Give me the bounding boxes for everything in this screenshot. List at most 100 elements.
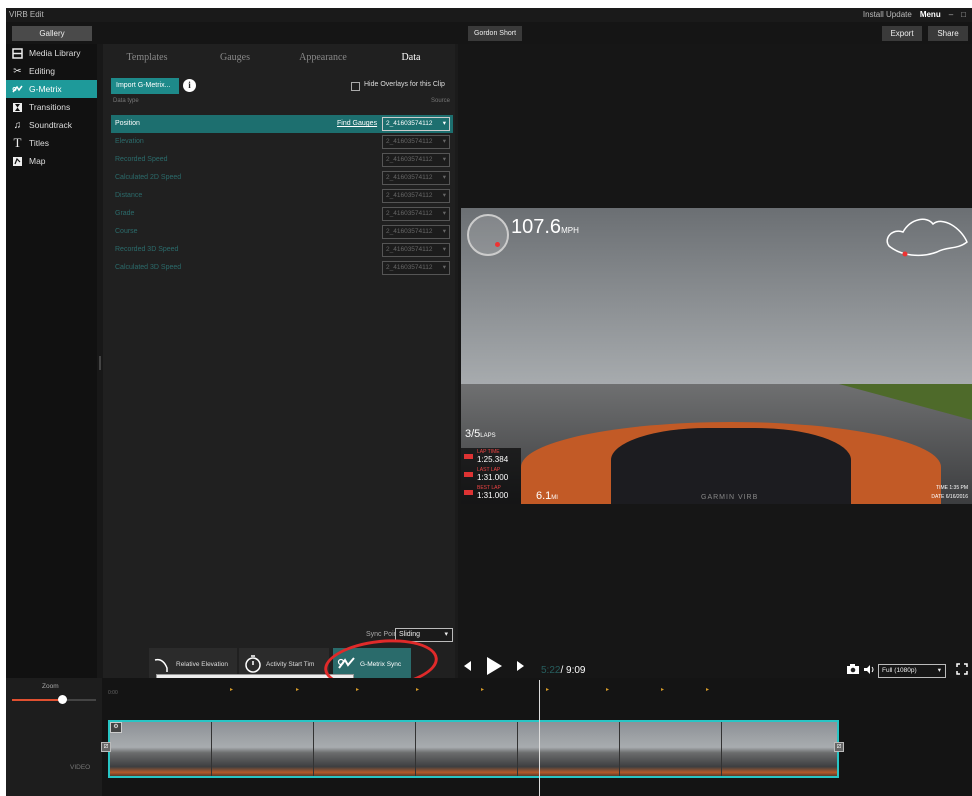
timeline-marker[interactable]: ▸ (230, 686, 233, 693)
scissors-icon: ✂ (13, 65, 22, 77)
app-window: VIRB Edit Install Update Menu – □ Galler… (6, 8, 972, 796)
app-title: VIRB Edit (9, 10, 44, 19)
project-name-button[interactable]: Gordon Short (468, 26, 522, 41)
clip-thumbnail (722, 722, 837, 776)
hide-overlays-checkbox[interactable] (351, 82, 360, 91)
maximize-button[interactable]: □ (961, 10, 966, 19)
sidebar-item-transitions[interactable]: Transitions (6, 98, 97, 116)
source-select[interactable]: 2_41603574112 ▾ (382, 225, 450, 239)
data-row-elevation[interactable]: Elevation 2_41603574112 ▾ (111, 133, 453, 151)
sidebar: Media Library ✂ Editing G-Metrix Transit… (6, 44, 97, 678)
source-select[interactable]: 2_41603574112 ▾ (382, 135, 450, 149)
relative-elevation-label: Relative Elevation (176, 660, 229, 668)
activity-start-label: Activity Start Tim (266, 660, 315, 668)
data-row-grade[interactable]: Grade 2_41603574112 ▾ (111, 205, 453, 223)
speed-gauge: 107.6MPH (511, 216, 579, 238)
film-icon (11, 47, 24, 59)
data-row-recorded-speed[interactable]: Recorded Speed 2_41603574112 ▾ (111, 151, 453, 169)
data-row-recorded-3d-speed[interactable]: Recorded 3D Speed 2_41603574112 ▾ (111, 241, 453, 259)
hourglass-icon (11, 101, 24, 113)
tab-templates[interactable]: Templates (103, 44, 191, 72)
data-row-distance[interactable]: Distance 2_41603574112 ▾ (111, 187, 453, 205)
source-select[interactable]: 2_41603574112 ▾ (382, 189, 450, 203)
install-update-link[interactable]: Install Update (863, 10, 912, 19)
zoom-slider-fill (12, 699, 63, 701)
video-clip[interactable] (108, 720, 839, 778)
sidebar-item-label: Media Library (29, 48, 81, 58)
timeline-marker[interactable]: ▸ (356, 686, 359, 693)
data-row-calculated-2d-speed[interactable]: Calculated 2D Speed 2_41603574112 ▾ (111, 169, 453, 187)
fullscreen-icon[interactable] (956, 663, 968, 675)
video-preview[interactable]: 107.6MPH 3/5LAPS LAP TIME 1:25.384 LAST L… (461, 208, 972, 504)
timeline-marker[interactable]: ▸ (661, 686, 664, 693)
gallery-button[interactable]: Gallery (12, 26, 92, 41)
data-row-calculated-3d-speed[interactable]: Calculated 3D Speed 2_41603574112 ▾ (111, 259, 453, 277)
panel-tabs: Templates Gauges Appearance Data (103, 44, 455, 72)
laps-gauge: 3/5LAPS (465, 428, 496, 440)
sidebar-item-titles[interactable]: T Titles (6, 134, 97, 152)
step-forward-icon[interactable] (516, 660, 526, 672)
minimize-button[interactable]: – (949, 10, 953, 19)
time-date-gauge: TIME 1:35 PM DATE 6/16/2016 (931, 485, 968, 500)
timeline-marker[interactable]: ▸ (706, 686, 709, 693)
clip-thumbnail (416, 722, 518, 776)
info-icon[interactable]: i (183, 79, 196, 92)
sidebar-item-label: Transitions (29, 102, 71, 112)
quality-select[interactable]: Full (1080p) ▾ (878, 664, 946, 678)
timeline-marker[interactable]: ▸ (481, 686, 484, 693)
gmetrix-icon (11, 83, 24, 95)
car-hood-stripe (611, 428, 851, 504)
menu-button[interactable]: Menu (920, 10, 941, 19)
source-select[interactable]: 2_41603574112 ▾ (382, 261, 450, 275)
volume-icon[interactable] (863, 664, 876, 675)
sidebar-item-map[interactable]: Map (6, 152, 97, 170)
timeline-marker[interactable]: ▸ (546, 686, 549, 693)
source-select[interactable]: 2_41603574112 ▾ (382, 117, 450, 131)
sidebar-item-g-metrix[interactable]: G-Metrix (6, 80, 97, 98)
sidebar-item-editing[interactable]: ✂ Editing (6, 62, 97, 80)
clip-trim-start-handle[interactable]: ⧄ (101, 742, 111, 752)
export-button[interactable]: Export (882, 26, 922, 41)
data-row-label: Distance (115, 192, 143, 199)
play-icon[interactable] (485, 656, 503, 676)
sidebar-item-soundtrack[interactable]: ♫ Soundtrack (6, 116, 97, 134)
share-button[interactable]: Share (928, 26, 968, 41)
elevation-icon (154, 658, 168, 672)
chevron-down-icon: ▾ (442, 120, 446, 127)
source-select[interactable]: 2_41603574112 ▾ (382, 207, 450, 221)
clip-trim-end-handle[interactable]: ⧄ (834, 742, 844, 752)
playhead[interactable] (539, 680, 540, 796)
clip-thumbnail (620, 722, 722, 776)
source-select[interactable]: 2_41603574112 ▾ (382, 243, 450, 257)
stopwatch-icon (245, 655, 261, 673)
data-row-position[interactable]: Position Find Gauges 2_41603574112 ▾ (111, 115, 453, 133)
sync-points-select[interactable]: Sliding ▾ (395, 628, 453, 642)
tab-gauges[interactable]: Gauges (191, 44, 279, 72)
source-select[interactable]: 2_41603574112 ▾ (382, 153, 450, 167)
sidebar-item-media-library[interactable]: Media Library (6, 44, 97, 62)
tab-data[interactable]: Data (367, 44, 455, 72)
find-gauges-link[interactable]: Find Gauges (337, 120, 377, 127)
camera-icon[interactable] (846, 663, 860, 675)
timeline-marker[interactable]: ▸ (296, 686, 299, 693)
import-gmetrix-button[interactable]: Import G-Metrix... (111, 78, 179, 94)
top-bar: Gallery Gordon Short Export Share (6, 22, 972, 44)
zoom-slider-handle[interactable] (58, 695, 68, 704)
source-select[interactable]: 2_41603574112 ▾ (382, 171, 450, 185)
gmetrix-panel: Templates Gauges Appearance Data Import … (103, 44, 455, 680)
garmin-watermark: GARMIN VIRB (701, 494, 759, 501)
splitter-grip[interactable] (99, 356, 101, 370)
hide-overlays-label: Hide Overlays for this Clip (364, 81, 445, 88)
timeline: Zoom 0:00 ▸ ▸ ▸ ▸ ▸ ▸ ▸ ▸ ▸ ⚙ ⧄ ⧄ VIDEO (6, 678, 972, 796)
step-back-icon[interactable] (462, 660, 472, 672)
ruler-start-label: 0:00 (108, 690, 118, 696)
timeline-marker[interactable]: ▸ (606, 686, 609, 693)
timeline-marker[interactable]: ▸ (416, 686, 419, 693)
chevron-down-icon: ▾ (442, 138, 446, 145)
gmetrix-sync-label: G-Metrix Sync (360, 660, 402, 668)
data-row-course[interactable]: Course 2_41603574112 ▾ (111, 223, 453, 241)
zoom-slider[interactable] (12, 695, 96, 704)
tab-appearance[interactable]: Appearance (279, 44, 367, 72)
music-note-icon: ♫ (13, 119, 22, 131)
clip-thumbnail (314, 722, 416, 776)
